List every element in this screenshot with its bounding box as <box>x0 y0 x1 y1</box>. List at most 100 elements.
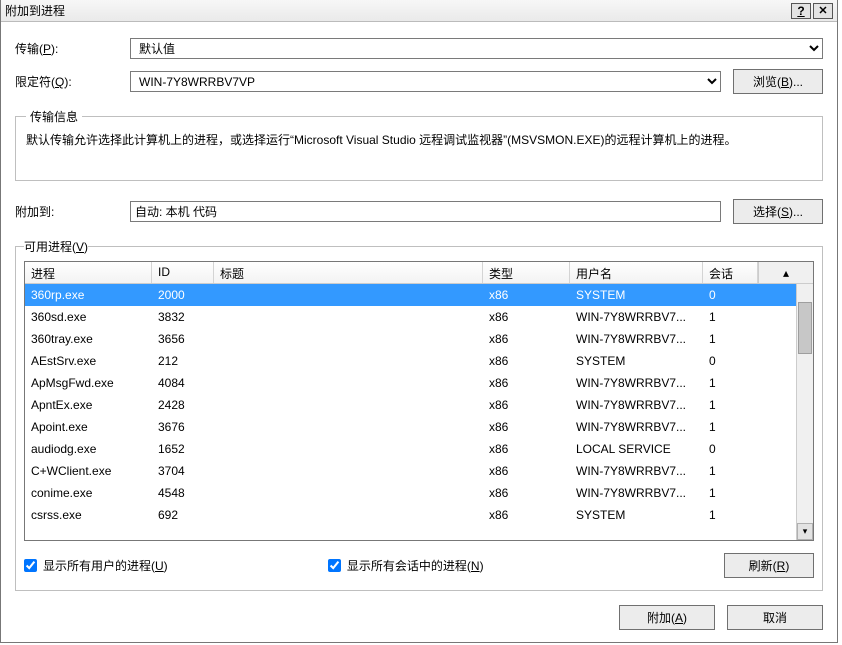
cell-user: SYSTEM <box>570 288 703 302</box>
scroll-down-icon[interactable]: ▾ <box>797 523 813 540</box>
table-header: 进程 ID 标题 类型 用户名 会话 ▴ <box>25 262 813 284</box>
show-all-users-input[interactable] <box>24 559 37 572</box>
cell-type: x86 <box>483 310 570 324</box>
cell-proc: AEstSrv.exe <box>25 354 152 368</box>
attach-to-label: 附加到: <box>15 203 130 220</box>
cell-id: 2000 <box>152 288 214 302</box>
table-row[interactable]: conime.exe4548x86WIN-7Y8WRRBV7...1 <box>25 482 813 504</box>
window-title: 附加到进程 <box>5 2 789 19</box>
cell-id: 2428 <box>152 398 214 412</box>
cell-proc: ApntEx.exe <box>25 398 152 412</box>
cell-session: 1 <box>703 332 758 346</box>
cell-type: x86 <box>483 376 570 390</box>
table-body: 360rp.exe2000x86SYSTEM0360sd.exe3832x86W… <box>25 284 813 540</box>
cell-user: WIN-7Y8WRRBV7... <box>570 332 703 346</box>
dialog-footer: 附加(A) 取消 <box>15 605 823 630</box>
available-processes-group: 可用进程(V) 进程 ID 标题 类型 用户名 会话 ▴ 360rp.exe20… <box>15 238 823 591</box>
cell-id: 3832 <box>152 310 214 324</box>
cell-proc: 360sd.exe <box>25 310 152 324</box>
cell-proc: Apoint.exe <box>25 420 152 434</box>
refresh-button[interactable]: 刷新(R) <box>724 553 814 578</box>
select-code-type-button[interactable]: 选择(S)... <box>733 199 823 224</box>
cell-proc: conime.exe <box>25 486 152 500</box>
show-all-users-label: 显示所有用户的进程(U) <box>43 557 168 574</box>
cell-session: 1 <box>703 376 758 390</box>
cell-id: 4084 <box>152 376 214 390</box>
cell-type: x86 <box>483 354 570 368</box>
col-header-id[interactable]: ID <box>152 262 214 283</box>
show-all-sessions-input[interactable] <box>328 559 341 572</box>
close-button[interactable]: ✕ <box>813 3 833 19</box>
attach-to-process-dialog: 附加到进程 ? ✕ 传输(P): 默认值 限定符(Q): WIN-7Y8WRRB… <box>0 0 838 643</box>
qualifier-row: 限定符(Q): WIN-7Y8WRRBV7VP 浏览(B)... <box>15 69 823 94</box>
cancel-button[interactable]: 取消 <box>727 605 823 630</box>
table-row[interactable]: C+WClient.exe3704x86WIN-7Y8WRRBV7...1 <box>25 460 813 482</box>
cell-session: 1 <box>703 486 758 500</box>
cell-session: 1 <box>703 310 758 324</box>
cell-id: 3656 <box>152 332 214 346</box>
cell-session: 1 <box>703 398 758 412</box>
cell-session: 0 <box>703 288 758 302</box>
attach-button[interactable]: 附加(A) <box>619 605 715 630</box>
cell-session: 1 <box>703 420 758 434</box>
show-all-users-checkbox[interactable]: 显示所有用户的进程(U) <box>24 557 168 574</box>
table-row[interactable]: audiodg.exe1652 x86LOCAL SERVICE0 <box>25 438 813 460</box>
cell-user: WIN-7Y8WRRBV7... <box>570 376 703 390</box>
cell-user: SYSTEM <box>570 354 703 368</box>
cell-id: 4548 <box>152 486 214 500</box>
table-row[interactable]: 360tray.exe3656 x86WIN-7Y8WRRBV7...1 <box>25 328 813 350</box>
cell-user: LOCAL SERVICE <box>570 442 703 456</box>
cell-session: 0 <box>703 354 758 368</box>
cell-type: x86 <box>483 332 570 346</box>
cell-session: 0 <box>703 442 758 456</box>
transport-info-group: 传输信息 默认传输允许选择此计算机上的进程，或选择运行“Microsoft Vi… <box>15 108 823 181</box>
transport-row: 传输(P): 默认值 <box>15 38 823 59</box>
col-header-process[interactable]: 进程 <box>25 262 152 283</box>
cell-type: x86 <box>483 486 570 500</box>
col-header-type[interactable]: 类型 <box>483 262 570 283</box>
table-row[interactable]: ApMsgFwd.exe4084 x86WIN-7Y8WRRBV7...1 <box>25 372 813 394</box>
cell-proc: ApMsgFwd.exe <box>25 376 152 390</box>
table-row[interactable]: Apoint.exe3676 x86WIN-7Y8WRRBV7...1 <box>25 416 813 438</box>
cell-id: 1652 <box>152 442 214 456</box>
table-row[interactable]: AEstSrv.exe212 x86SYSTEM0 <box>25 350 813 372</box>
cell-proc: 360rp.exe <box>25 288 152 302</box>
scrollbar-thumb[interactable] <box>798 302 812 354</box>
qualifier-select[interactable]: WIN-7Y8WRRBV7VP <box>130 71 721 92</box>
show-all-sessions-checkbox[interactable]: 显示所有会话中的进程(N) <box>328 557 484 574</box>
process-table: 进程 ID 标题 类型 用户名 会话 ▴ 360rp.exe2000x86SYS… <box>24 261 814 541</box>
browse-button[interactable]: 浏览(B)... <box>733 69 823 94</box>
qualifier-label: 限定符(Q): <box>15 73 130 90</box>
scroll-up-icon[interactable]: ▴ <box>758 262 813 283</box>
cell-user: WIN-7Y8WRRBV7... <box>570 398 703 412</box>
cell-id: 3704 <box>152 464 214 478</box>
cell-user: WIN-7Y8WRRBV7... <box>570 420 703 434</box>
available-processes-legend: 可用进程(V) <box>24 238 88 255</box>
cell-proc: audiodg.exe <box>25 442 152 456</box>
cell-user: WIN-7Y8WRRBV7... <box>570 464 703 478</box>
cell-proc: 360tray.exe <box>25 332 152 346</box>
cell-type: x86 <box>483 442 570 456</box>
transport-select[interactable]: 默认值 <box>130 38 823 59</box>
cell-type: x86 <box>483 420 570 434</box>
table-row[interactable]: 360sd.exe3832 x86WIN-7Y8WRRBV7...1 <box>25 306 813 328</box>
cell-proc: C+WClient.exe <box>25 464 152 478</box>
col-header-session[interactable]: 会话 <box>703 262 758 283</box>
help-button[interactable]: ? <box>791 3 811 19</box>
transport-info-legend: 传输信息 <box>26 108 82 125</box>
cell-id: 692 <box>152 508 214 522</box>
col-header-title[interactable]: 标题 <box>214 262 483 283</box>
attach-to-field[interactable] <box>130 201 721 222</box>
cell-id: 212 <box>152 354 214 368</box>
table-row[interactable]: ApntEx.exe2428 x86WIN-7Y8WRRBV7...1 <box>25 394 813 416</box>
table-row[interactable]: csrss.exe692x86SYSTEM1 <box>25 504 813 526</box>
cell-id: 3676 <box>152 420 214 434</box>
cell-session: 1 <box>703 508 758 522</box>
col-header-user[interactable]: 用户名 <box>570 262 703 283</box>
cell-user: WIN-7Y8WRRBV7... <box>570 310 703 324</box>
table-row[interactable]: 360rp.exe2000x86SYSTEM0 <box>25 284 813 306</box>
cell-type: x86 <box>483 508 570 522</box>
vertical-scrollbar[interactable]: ▾ <box>796 284 813 540</box>
transport-label: 传输(P): <box>15 40 130 57</box>
cell-type: x86 <box>483 398 570 412</box>
